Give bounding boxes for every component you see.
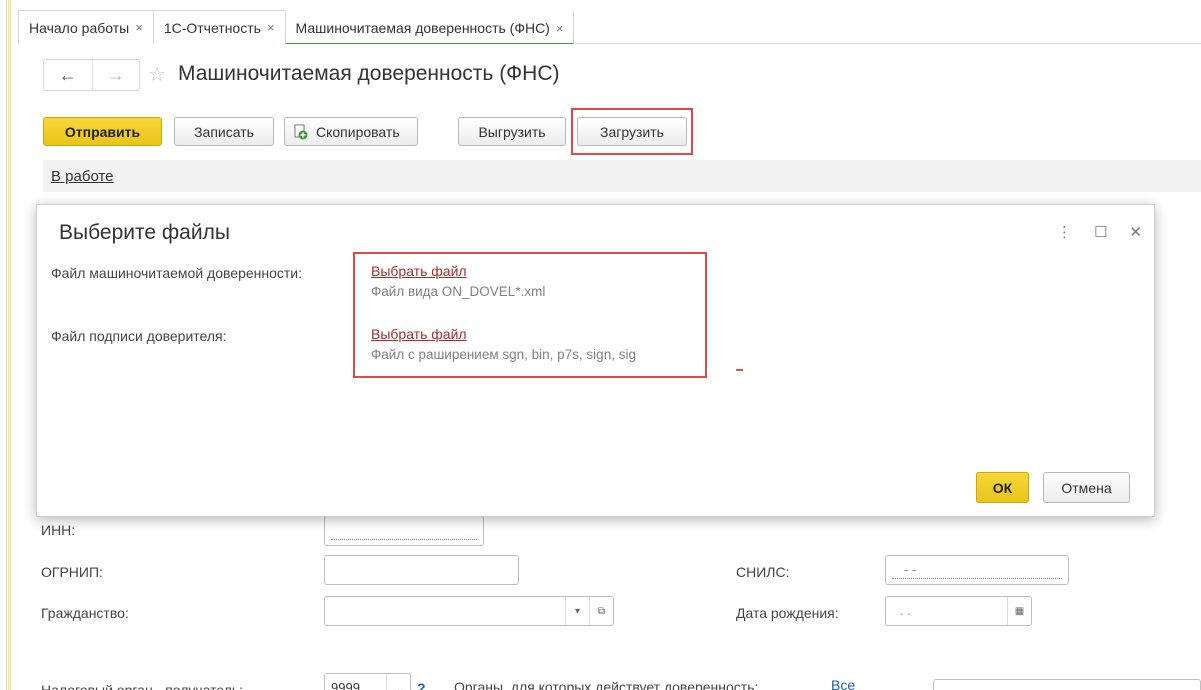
window-edge [6,0,7,690]
status-bar: В работе [43,160,1201,192]
copy-button[interactable]: Скопировать [284,117,418,146]
authorities-link[interactable]: Все [831,677,855,690]
open-icon[interactable]: ⧉ [589,597,613,625]
tab-label: Машиночитаемая доверенность (ФНС) [295,20,550,36]
tab-start[interactable]: Начало работы × [18,10,154,44]
tab-bar: Начало работы × 1С-Отчетность × Машиночи… [18,10,1201,45]
save-button[interactable]: Записать [174,117,274,146]
copy-button-label: Скопировать [316,123,400,140]
navigation-buttons: ← → [43,59,140,91]
copy-icon [294,124,308,139]
forward-arrow-icon[interactable]: → [91,60,140,90]
chevron-down-icon[interactable]: ▾ [565,597,589,625]
tab-label: 1С-Отчетность [163,19,261,36]
dialog-title: Выберите файлы [59,221,230,244]
export-button[interactable]: Выгрузить [458,117,566,146]
close-icon[interactable]: × [135,20,143,35]
birthdate-field[interactable]: . . ▦ [885,596,1032,626]
tab-power-of-attorney[interactable]: Машиночитаемая доверенность (ФНС) × [284,10,575,45]
cancel-button[interactable]: Отмена [1043,472,1130,503]
signature-file-label: Файл подписи доверителя: [51,328,227,344]
maximize-icon[interactable]: ☐ [1094,223,1107,241]
snils-mask: - - [904,562,917,577]
poa-file-label: Файл машиночитаемой доверенности: [51,265,303,281]
file-links-highlight [353,252,707,378]
status-link[interactable]: В работе [51,168,114,185]
page-title: Машиночитаемая доверенность (ФНС) [178,62,560,85]
tab-label: Начало работы [29,19,130,36]
ok-button[interactable]: ОК [976,472,1029,503]
authorities-label: Органы, для которых действует довереннос… [454,679,759,690]
authorities-table[interactable] [933,679,1201,690]
more-options-icon[interactable]: ⋮ [1057,223,1072,241]
close-icon[interactable]: ✕ [1129,223,1142,241]
help-icon[interactable]: ? [417,680,426,690]
tax-authority-value: 9999 [331,680,360,690]
close-icon[interactable]: × [556,21,564,36]
close-icon[interactable]: × [267,20,275,35]
ellipsis-icon[interactable]: … [386,674,410,690]
select-files-dialog: Выберите файлы ⋮ ☐ ✕ Файл машиночитаемой… [36,204,1155,517]
window-accent-strip [8,0,11,690]
birthdate-mask: . . [900,603,911,618]
ogrnip-label: ОГРНИП: [41,564,103,580]
back-arrow-icon[interactable]: ← [44,60,92,90]
inn-field[interactable] [324,516,484,546]
snils-label: СНИЛС: [736,564,790,580]
ogrnip-field[interactable] [324,555,519,585]
birthdate-label: Дата рождения: [736,605,839,621]
favorite-star-icon[interactable]: ☆ [148,62,166,87]
citizenship-field[interactable]: ▾ ⧉ [324,596,614,626]
snils-field[interactable]: - - [885,555,1069,585]
import-button-highlight [571,108,693,155]
marker [736,369,743,371]
tax-authority-label: Налоговый орган - получатель: [41,682,244,690]
send-button[interactable]: Отправить [43,117,162,146]
tax-authority-field[interactable]: 9999 … [324,673,411,690]
dialog-window-controls: ⋮ ☐ ✕ [1057,223,1142,241]
inn-label: ИНН: [41,522,76,538]
calendar-icon[interactable]: ▦ [1007,597,1031,625]
citizenship-label: Гражданство: [41,605,129,621]
tab-reporting[interactable]: 1С-Отчетность × [152,10,286,44]
